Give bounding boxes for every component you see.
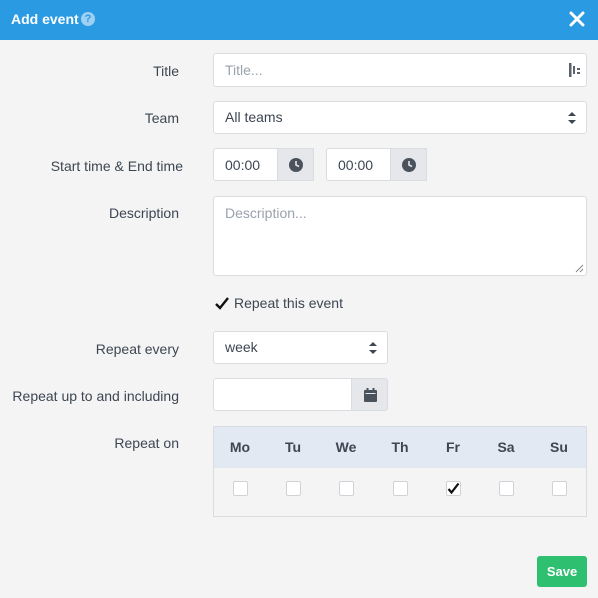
select-arrows-icon	[369, 342, 377, 354]
repeat-every-label: Repeat every	[95, 341, 179, 357]
checkmark-icon	[215, 297, 229, 310]
repeat-on-label: Repeat on	[114, 435, 179, 451]
repeat-every-value: week	[225, 339, 258, 355]
day-checkbox-su[interactable]	[552, 481, 567, 496]
day-label-su: Su	[550, 439, 568, 455]
resize-handle-icon[interactable]	[575, 264, 584, 273]
start-time-button[interactable]	[277, 148, 314, 181]
description-label: Description	[108, 205, 179, 221]
repeat-days-table: Mo Tu We Th Fr Sa Su	[213, 426, 587, 517]
end-time-button[interactable]	[390, 148, 427, 181]
start-time-value: 00:00	[225, 157, 261, 173]
date-picker-button[interactable]	[351, 378, 388, 411]
text-format-icon	[569, 63, 580, 77]
day-checkbox-we[interactable]	[339, 481, 354, 496]
day-checkbox-th[interactable]	[393, 481, 408, 496]
team-label: Team	[144, 110, 179, 126]
day-checkbox-fr[interactable]	[446, 481, 461, 496]
team-value: All teams	[225, 109, 283, 125]
day-label-sa: Sa	[497, 439, 515, 455]
calendar-icon	[364, 388, 377, 402]
dialog-header: Add event ?	[0, 0, 598, 40]
day-label-tu: Tu	[284, 439, 302, 455]
select-arrows-icon	[568, 112, 576, 124]
repeat-until-label: Repeat up to and including	[12, 388, 179, 404]
day-label-we: We	[335, 439, 357, 455]
repeat-every-select[interactable]: week	[213, 331, 388, 364]
help-icon[interactable]: ?	[81, 12, 95, 26]
dialog-title: Add event	[11, 11, 79, 27]
day-checkbox-sa[interactable]	[499, 481, 514, 496]
repeat-checkbox[interactable]: Repeat this event	[215, 295, 355, 313]
clock-icon	[402, 158, 416, 172]
title-placeholder: Title...	[225, 62, 263, 78]
save-button[interactable]: Save	[537, 556, 587, 587]
repeat-checkbox-label: Repeat this event	[234, 295, 343, 311]
close-icon[interactable]	[568, 10, 586, 28]
days-header: Mo Tu We Th Fr Sa Su	[214, 427, 586, 468]
description-textarea[interactable]: Description...	[213, 196, 587, 276]
repeat-until-input[interactable]	[213, 378, 353, 411]
day-checkbox-mo[interactable]	[233, 481, 248, 496]
description-placeholder: Description...	[225, 205, 307, 221]
day-label-th: Th	[391, 439, 409, 455]
checkmark-icon	[447, 482, 460, 495]
clock-icon	[289, 158, 303, 172]
day-label-fr: Fr	[446, 439, 460, 455]
end-time-value: 00:00	[338, 157, 374, 173]
day-checkbox-tu[interactable]	[286, 481, 301, 496]
day-label-mo: Mo	[229, 439, 251, 455]
title-input[interactable]: Title...	[213, 53, 587, 87]
team-select[interactable]: All teams	[213, 101, 587, 134]
title-label: Title	[153, 63, 179, 79]
time-label: Start time & End time	[50, 158, 183, 174]
